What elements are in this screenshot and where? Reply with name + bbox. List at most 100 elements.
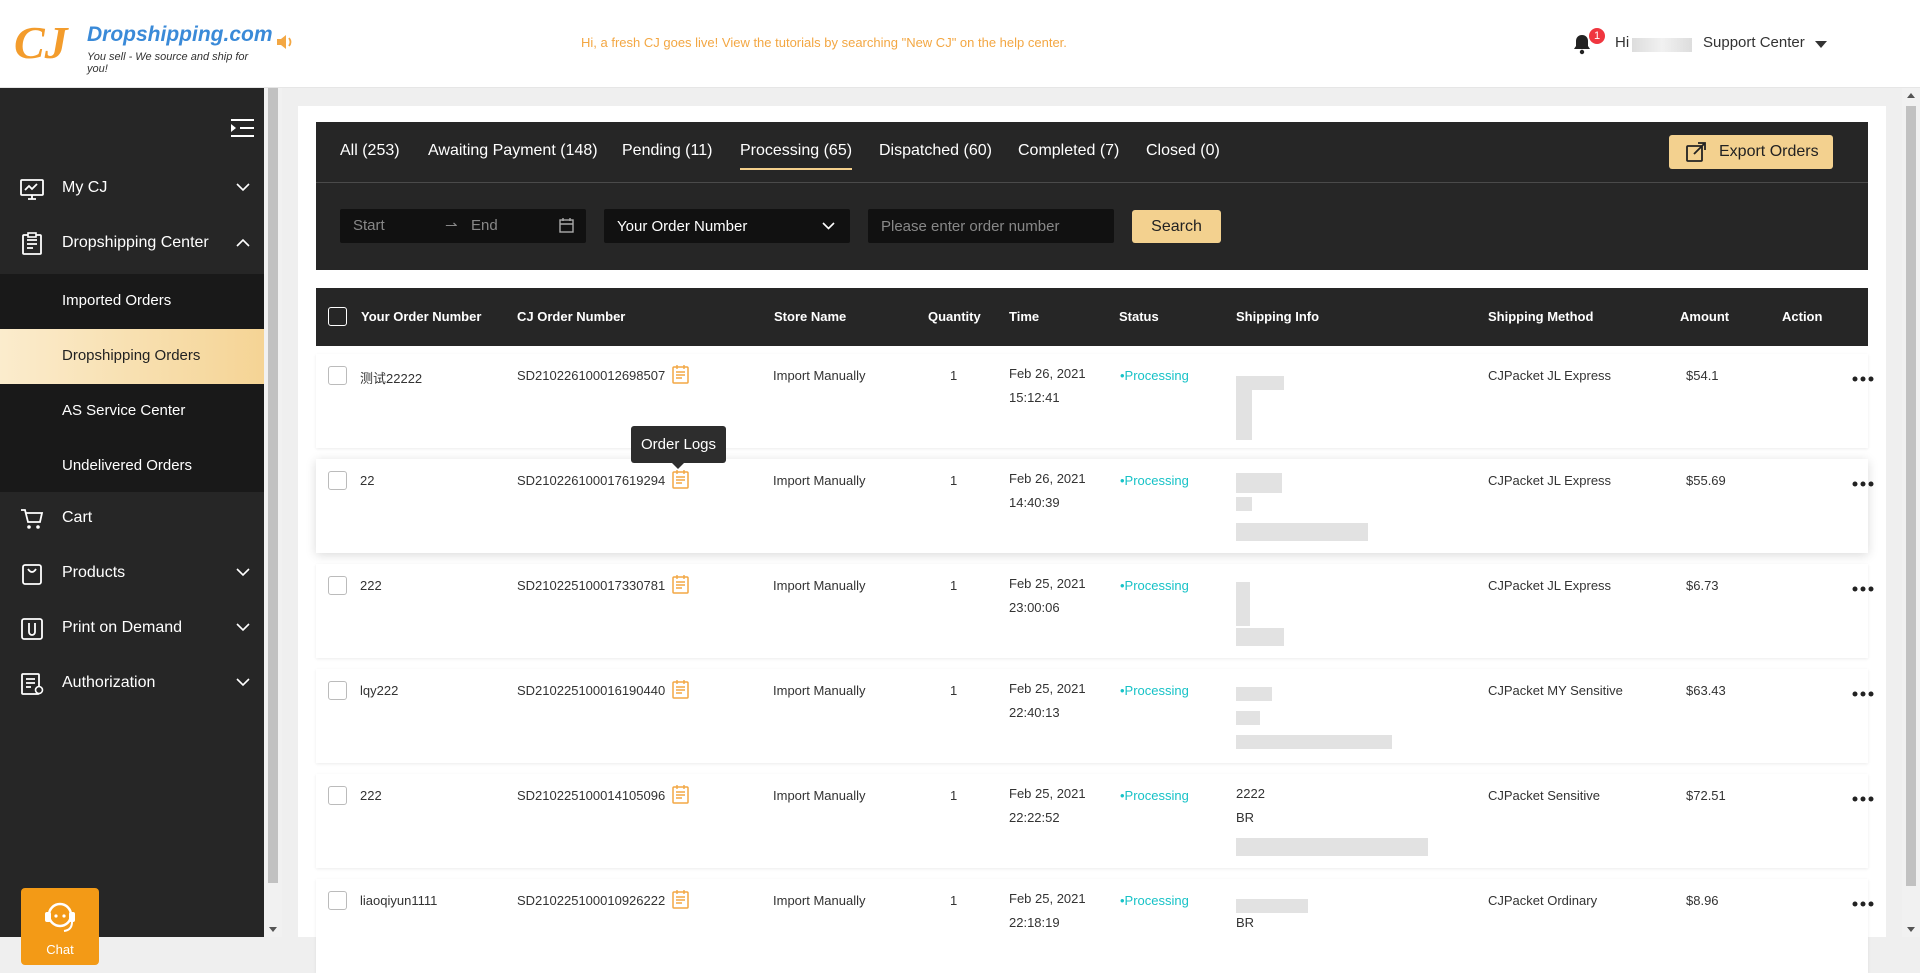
sidebar-item-authorization[interactable]: Authorization bbox=[0, 656, 264, 711]
sidebar-item-label: Authorization bbox=[62, 674, 156, 691]
logo-tagline: You sell - We source and ship for you! bbox=[87, 51, 249, 75]
scroll-up-arrow[interactable] bbox=[1907, 93, 1915, 98]
your-order-number: 222 bbox=[360, 578, 382, 593]
more-actions-icon[interactable] bbox=[1852, 481, 1874, 487]
search-button[interactable]: Search bbox=[1132, 210, 1221, 243]
tab-awaiting-payment[interactable]: Awaiting Payment (148) bbox=[428, 142, 598, 160]
search-field-select[interactable]: Your Order Number bbox=[604, 209, 850, 243]
page-scrollbar[interactable] bbox=[1902, 88, 1920, 937]
end-date-placeholder[interactable]: End bbox=[471, 217, 498, 234]
row-checkbox[interactable] bbox=[328, 891, 347, 910]
order-logs-icon[interactable] bbox=[672, 785, 689, 804]
tab-processing[interactable]: Processing (65) bbox=[740, 142, 853, 170]
scroll-down-arrow[interactable] bbox=[1907, 927, 1915, 932]
divider bbox=[316, 182, 1868, 183]
order-logs-tooltip: Order Logs bbox=[631, 426, 726, 463]
order-number-input[interactable] bbox=[868, 209, 1114, 243]
calendar-icon[interactable] bbox=[559, 218, 574, 233]
more-actions-icon[interactable] bbox=[1852, 691, 1874, 697]
headset-icon bbox=[45, 902, 75, 932]
store-name: Import Manually bbox=[773, 368, 866, 383]
speaker-icon bbox=[277, 35, 292, 49]
cj-order-number: SD210225100017330781 bbox=[517, 578, 666, 593]
sidebar-item-print-on-demand[interactable]: Print on Demand bbox=[0, 601, 264, 656]
row-checkbox[interactable] bbox=[328, 576, 347, 595]
sidebar-subitem-undelivered-orders[interactable]: Undelivered Orders bbox=[0, 439, 264, 494]
status-text: •Processing bbox=[1120, 368, 1189, 383]
tab-closed[interactable]: Closed (0) bbox=[1146, 142, 1220, 160]
bag-icon bbox=[22, 564, 42, 585]
order-logs-icon[interactable] bbox=[672, 680, 689, 699]
scroll-down-arrow[interactable] bbox=[269, 927, 277, 932]
sidebar-item-cart[interactable]: Cart bbox=[0, 491, 264, 546]
your-order-number: 测试22222 bbox=[360, 371, 423, 386]
row-checkbox[interactable] bbox=[328, 471, 347, 490]
quantity: 1 bbox=[950, 683, 958, 698]
order-clock: 14:40:39 bbox=[1009, 495, 1060, 510]
scrollbar-thumb[interactable] bbox=[268, 88, 278, 883]
table-row[interactable]: 222 SD210225100014105096 Import Manually… bbox=[316, 774, 1874, 868]
table-row[interactable]: 测试22222 SD210226100012698507 Import Manu… bbox=[316, 354, 1874, 448]
cj-order-number: SD210226100012698507 bbox=[517, 368, 666, 383]
more-actions-icon[interactable] bbox=[1852, 586, 1874, 592]
shipping-info-redacted bbox=[1236, 628, 1284, 646]
shipping-line: BR bbox=[1236, 915, 1255, 930]
row-checkbox[interactable] bbox=[328, 681, 347, 700]
table-row[interactable]: lqy222 SD210225100016190440 Import Manua… bbox=[316, 669, 1874, 763]
tab-completed[interactable]: Completed (7) bbox=[1018, 142, 1119, 160]
tab-pending[interactable]: Pending (11) bbox=[622, 142, 712, 160]
table-row[interactable]: liaoqiyun1111 SD210225100010926222 Impor… bbox=[316, 879, 1874, 973]
sidebar-subitem-imported-orders[interactable]: Imported Orders bbox=[0, 274, 264, 329]
order-date: Feb 25, 2021 bbox=[1009, 681, 1086, 696]
tab-dispatched[interactable]: Dispatched (60) bbox=[879, 142, 992, 160]
collapse-menu-icon[interactable] bbox=[231, 119, 254, 137]
shipping-method: CJPacket JL Express bbox=[1488, 473, 1612, 488]
chat-button[interactable]: Chat bbox=[21, 888, 99, 965]
date-range-picker[interactable]: Start ⇀ End bbox=[340, 209, 586, 243]
column-header: CJ Order Number bbox=[517, 309, 626, 324]
status-text: •Processing bbox=[1120, 788, 1189, 803]
cart-icon bbox=[21, 509, 44, 529]
export-orders-button[interactable]: Export Orders bbox=[1669, 135, 1833, 169]
shipping-info-redacted bbox=[1236, 497, 1252, 511]
dropshipping-submenu: Imported Orders Dropshipping Orders AS S… bbox=[0, 274, 264, 492]
store-name: Import Manually bbox=[773, 893, 866, 908]
more-actions-icon[interactable] bbox=[1852, 901, 1874, 907]
amount: $54.1 bbox=[1686, 368, 1719, 383]
start-date-placeholder[interactable]: Start bbox=[353, 217, 385, 234]
more-actions-icon[interactable] bbox=[1852, 376, 1874, 382]
greeting: Hi bbox=[1615, 34, 1630, 51]
order-logs-icon[interactable] bbox=[672, 575, 689, 594]
status-text: •Processing bbox=[1120, 578, 1189, 593]
more-actions-icon[interactable] bbox=[1852, 796, 1874, 802]
scrollbar-thumb[interactable] bbox=[1906, 106, 1916, 886]
chevron-up-icon bbox=[236, 238, 250, 247]
sidebar-item-dropshipping-center[interactable]: Dropshipping Center bbox=[0, 216, 264, 271]
order-logs-icon[interactable] bbox=[672, 470, 689, 489]
sidebar-subitem-as-service-center[interactable]: AS Service Center bbox=[0, 384, 264, 439]
caret-down-icon[interactable] bbox=[1815, 41, 1827, 48]
support-center-menu[interactable]: Support Center bbox=[1703, 34, 1805, 51]
table-row[interactable]: 22 SD210226100017619294 Import Manually … bbox=[316, 459, 1874, 553]
row-checkbox[interactable] bbox=[328, 366, 347, 385]
sidebar-item-my-cj[interactable]: My CJ bbox=[0, 161, 264, 216]
order-clock: 15:12:41 bbox=[1009, 390, 1060, 405]
chevron-down-icon bbox=[236, 568, 250, 577]
shipping-line: BR bbox=[1236, 810, 1255, 825]
sidebar-item-label: Print on Demand bbox=[62, 619, 183, 636]
order-logs-icon[interactable] bbox=[672, 890, 689, 909]
sidebar-scrollbar[interactable] bbox=[264, 88, 282, 937]
logo[interactable]: CJ Dropshipping.com You sell - We source… bbox=[14, 18, 273, 76]
date-separator: ⇀ bbox=[445, 217, 458, 234]
amount: $63.43 bbox=[1686, 683, 1726, 698]
cj-order-number: SD210225100016190440 bbox=[517, 683, 666, 698]
order-time: Feb 25, 2021 22:18:19 bbox=[1009, 887, 1086, 935]
tab-all[interactable]: All (253) bbox=[340, 142, 400, 160]
sidebar-item-products[interactable]: Products bbox=[0, 546, 264, 601]
store-name: Import Manually bbox=[773, 578, 866, 593]
row-checkbox[interactable] bbox=[328, 786, 347, 805]
order-logs-icon[interactable] bbox=[672, 365, 689, 384]
sidebar-subitem-dropshipping-orders[interactable]: Dropshipping Orders bbox=[0, 329, 264, 384]
select-all-checkbox[interactable] bbox=[328, 307, 347, 326]
table-row[interactable]: 222 SD210225100017330781 Import Manually… bbox=[316, 564, 1874, 658]
